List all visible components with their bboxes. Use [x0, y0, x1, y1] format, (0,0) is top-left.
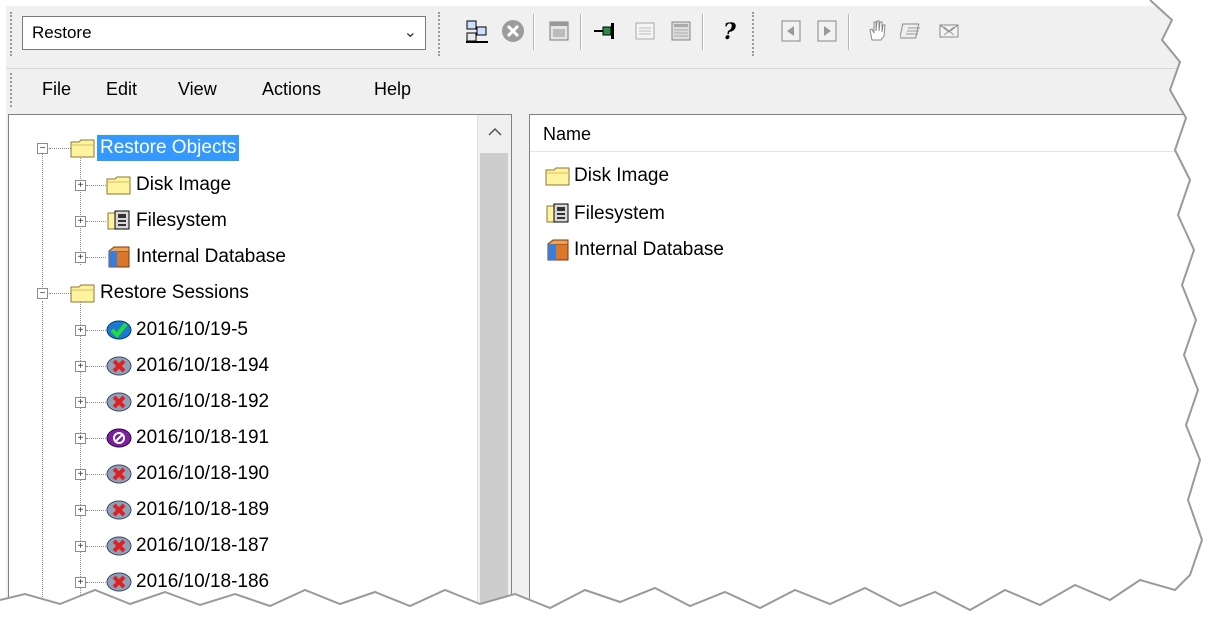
tree-node-session[interactable]: 2016/10/18-186 [105, 565, 272, 599]
column-header-name[interactable]: Name [530, 115, 1212, 152]
restore-window: Restore ⌄ ? File Edit View Actions Help … [6, 6, 1213, 629]
help-icon[interactable]: ? [714, 16, 744, 46]
list-item-label: Internal Database [574, 239, 724, 260]
tree-node-label: Internal Database [136, 246, 286, 267]
pin-icon[interactable] [592, 16, 622, 46]
menu-bar: File Edit View Actions Help [6, 68, 1213, 111]
tree-node-label: 2016/10/18-191 [136, 427, 270, 448]
stop-icon[interactable] [498, 16, 528, 46]
connect-icon[interactable] [462, 16, 492, 46]
expand-toggle[interactable]: + [75, 361, 86, 372]
tree-node-label: 2016/10/18-194 [136, 355, 270, 376]
collapse-toggle[interactable]: − [37, 143, 48, 154]
expand-toggle[interactable]: + [75, 252, 86, 263]
menu-file[interactable]: File [42, 79, 71, 100]
mail-icon[interactable] [934, 16, 964, 46]
list-item-label: Filesystem [574, 203, 665, 224]
expand-toggle[interactable]: + [75, 216, 86, 227]
filesystem-icon [105, 209, 133, 233]
expand-toggle[interactable]: + [75, 433, 86, 444]
tree-node-disk-image[interactable]: Disk Image [105, 168, 234, 202]
expand-toggle[interactable]: + [75, 541, 86, 552]
toolbar-grip[interactable] [752, 12, 757, 56]
restore-tree-pane[interactable]: − Restore Objects + Disk Image + Filesys… [8, 114, 512, 629]
tree-node-filesystem[interactable]: Filesystem [105, 204, 230, 238]
tree-node-label: Disk Image [136, 174, 232, 195]
tree-node-label: 2016/10/18-189 [136, 499, 270, 520]
failed-icon [105, 390, 133, 414]
forward-icon[interactable] [812, 16, 842, 46]
tree-node-label: Restore Objects [97, 135, 240, 161]
menu-view[interactable]: View [178, 79, 217, 100]
tree-node-restore-sessions[interactable]: Restore Sessions [69, 276, 252, 310]
menu-edit[interactable]: Edit [106, 79, 137, 100]
back-icon[interactable] [776, 16, 806, 46]
tree-node-internal-database[interactable]: Internal Database [105, 240, 289, 274]
tree-node-session[interactable]: 2016/10/18-192 [105, 385, 272, 419]
failed-icon [105, 354, 133, 378]
list-item-label: Disk Image [574, 165, 670, 186]
context-selector[interactable]: Restore ⌄ [22, 16, 426, 50]
folder-icon [105, 173, 133, 197]
menubar-grip[interactable] [10, 73, 15, 107]
folder-icon [544, 164, 572, 188]
hand-icon[interactable] [862, 16, 892, 46]
list-item-filesystem[interactable]: Filesystem [544, 197, 668, 231]
expand-toggle[interactable]: + [75, 180, 86, 191]
report-icon[interactable] [898, 16, 928, 46]
tree-node-label: Restore Sessions [100, 282, 249, 303]
window-icon[interactable] [544, 16, 574, 46]
filesystem-icon [544, 202, 572, 226]
database-icon [105, 245, 133, 269]
expand-toggle[interactable]: + [75, 397, 86, 408]
failed-icon [105, 462, 133, 486]
tree-node-label: 2016/10/18-192 [136, 391, 270, 412]
tree-node-label: 2016/10/18-187 [136, 535, 270, 556]
tree-scrollbar[interactable] [477, 115, 511, 628]
aborted-icon [105, 426, 133, 450]
tree-node-session[interactable]: 2016/10/19-5 [105, 313, 251, 347]
tree-node-session[interactable]: 2016/10/18-191 [105, 421, 272, 455]
list-view-icon[interactable] [630, 16, 660, 46]
folder-icon [69, 136, 97, 160]
list-item-disk-image[interactable]: Disk Image [544, 159, 672, 193]
svg-text:?: ? [723, 19, 737, 44]
toolbar-grip[interactable] [438, 12, 443, 56]
details-icon[interactable] [666, 16, 696, 46]
expand-toggle[interactable]: + [75, 577, 86, 588]
tree-node-restore-objects[interactable]: Restore Objects [69, 131, 240, 165]
column-header-label: Name [543, 124, 592, 144]
tree-node-label: 2016/10/18-186 [136, 571, 270, 592]
list-item-internal-database[interactable]: Internal Database [544, 233, 727, 267]
tree-node-label: Filesystem [136, 210, 227, 231]
folder-icon [69, 281, 97, 305]
results-list-pane[interactable]: Name Disk Image Filesystem Internal Data… [529, 114, 1213, 629]
expand-toggle[interactable]: + [75, 469, 86, 480]
scroll-up-icon[interactable] [478, 115, 511, 149]
expand-toggle[interactable]: + [75, 325, 86, 336]
database-icon [544, 238, 572, 262]
tree-node-label: 2016/10/19-5 [136, 319, 248, 340]
tree-node-label: 2016/10/18-190 [136, 463, 270, 484]
toolbar-grip[interactable] [10, 12, 15, 56]
failed-icon [105, 570, 133, 594]
toolbar: Restore ⌄ ? [6, 6, 1213, 68]
failed-icon [105, 498, 133, 522]
failed-icon [105, 534, 133, 558]
tree-node-session[interactable]: 2016/10/18-194 [105, 349, 272, 383]
tree-node-session[interactable]: 2016/10/18-189 [105, 493, 272, 527]
success-icon [105, 318, 133, 342]
expand-toggle[interactable]: + [75, 505, 86, 516]
scroll-thumb[interactable] [480, 153, 508, 623]
chevron-down-icon[interactable]: ⌄ [404, 22, 417, 42]
tree-node-session[interactable]: 2016/10/18-190 [105, 457, 272, 491]
context-selector-value: Restore [32, 23, 92, 42]
menu-help[interactable]: Help [374, 79, 411, 100]
menu-actions[interactable]: Actions [262, 79, 321, 100]
tree-node-session[interactable]: 2016/10/18-187 [105, 529, 272, 563]
collapse-toggle[interactable]: − [37, 288, 48, 299]
